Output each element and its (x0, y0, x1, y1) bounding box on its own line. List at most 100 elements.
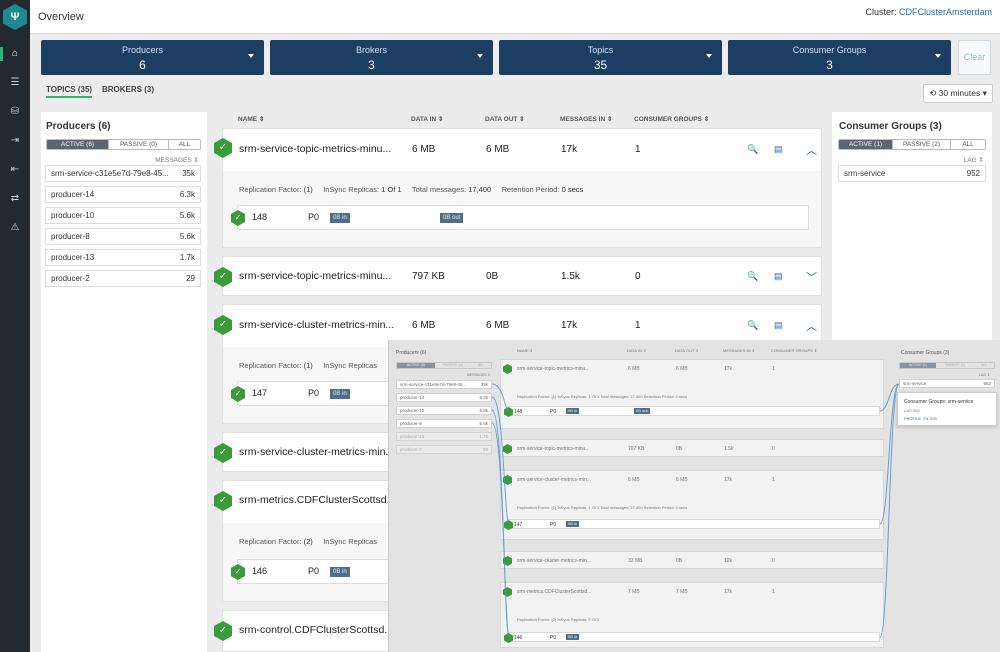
consumer-groups-column-header[interactable]: CONSUMER GROUPS ⇕ (634, 115, 709, 123)
producers-title: Producers (6) (46, 121, 111, 132)
profile-icon[interactable]: ▤ (774, 271, 783, 282)
time-range-value: 30 minutes (938, 88, 981, 98)
chevron-down-icon[interactable] (706, 54, 712, 58)
partition-number: P0 (308, 566, 320, 576)
messages-column-header[interactable]: MESSAGES ⇕ (155, 156, 199, 164)
list-item[interactable]: producer-2 29 (45, 270, 201, 287)
topic-name[interactable]: srm-service-cluster-metrics-min... (239, 446, 394, 458)
topic-name[interactable]: srm-service-topic-metrics-minu... (239, 143, 391, 155)
filter-passive[interactable]: PASSIVE (2) (893, 140, 951, 149)
card-label: Producers (121, 45, 164, 55)
card-value: 35 (593, 58, 608, 72)
data-in: 6 MB (412, 144, 436, 155)
link-line (491, 422, 510, 638)
replication-icon[interactable]: ⇄ (0, 188, 30, 210)
profile-icon[interactable]: ▤ (774, 320, 783, 331)
bytes-in-badge: 0B in (330, 213, 350, 223)
consumer-groups-title: Consumer Groups (3) (839, 121, 942, 132)
producers-filter: ACTIVE (6) PASSIVE (0) ALL (46, 139, 201, 150)
list-item[interactable]: producer-10 5.6k (45, 207, 201, 224)
sign-out-icon[interactable]: ⇥ (0, 130, 30, 152)
list-item[interactable]: producer-13 1.7k (45, 249, 201, 266)
partition-id: 147 (252, 388, 268, 398)
chevron-up-icon[interactable]: ︿ (806, 318, 817, 334)
messages-in-column-header[interactable]: MESSAGES IN ⇕ (560, 115, 612, 123)
search-icon[interactable]: 🔍 (747, 320, 758, 331)
check-icon: ✓ (214, 138, 232, 158)
consumer-groups-card[interactable]: Consumer Groups 3 (728, 40, 951, 75)
data-in: 6 MB (412, 320, 436, 331)
producers-panel: Producers (6) ACTIVE (6) PASSIVE (0) ALL… (41, 112, 207, 652)
data-in-column-header[interactable]: DATA IN ⇕ (411, 115, 443, 123)
check-icon: ✓ (214, 315, 232, 335)
data-out: 6 MB (486, 320, 510, 331)
sign-in-icon[interactable]: ⇤ (0, 159, 30, 181)
cluster-link[interactable]: CDFClusterAmsterdam (899, 7, 992, 17)
topic-name[interactable]: srm-service-topic-metrics-minu... (239, 270, 391, 282)
card-value: 3 (368, 58, 375, 72)
topics-card[interactable]: Topics 35 (499, 40, 722, 75)
producers-card[interactable]: Producers 6 (41, 40, 264, 75)
list-icon[interactable]: ☰ (0, 72, 30, 94)
brokers-card[interactable]: Brokers 3 (270, 40, 493, 75)
card-label: Consumer Groups (792, 45, 867, 55)
data-out-column-header[interactable]: DATA OUT ⇕ (485, 115, 525, 123)
list-item[interactable]: producer-14 6.3k (45, 186, 201, 203)
topic-name[interactable]: srm-metrics.CDFClusterScottsd... (239, 494, 395, 506)
topic-row[interactable]: ✓ srm-service-topic-metrics-minu... 6 MB… (214, 128, 822, 248)
check-icon: ✓ (214, 267, 232, 287)
filter-active[interactable]: ACTIVE (6) (47, 140, 109, 149)
check-icon: ✓ (231, 210, 245, 226)
partition-number: P0 (308, 388, 320, 398)
check-icon: ✓ (231, 386, 245, 402)
filter-all[interactable]: ALL (169, 140, 200, 149)
check-icon: ✓ (214, 491, 232, 511)
consumer-groups-count: 1 (635, 144, 641, 155)
lag-column-header[interactable]: LAG ⇕ (964, 156, 984, 164)
list-item[interactable]: srm-service 952 (838, 165, 986, 182)
chevron-down-icon[interactable]: ﹀ (806, 269, 817, 285)
partition-row[interactable]: ✓ 148 P0 0B in 0B out (231, 205, 809, 230)
search-icon[interactable]: 🔍 (747, 271, 758, 282)
search-icon[interactable]: 🔍 (747, 144, 758, 155)
profile-icon[interactable]: ▤ (774, 144, 783, 155)
topology-links (491, 383, 900, 638)
topic-details-text: Replication Factor: (1) InSync Replicas (239, 361, 377, 370)
list-item[interactable]: producer-8 5.6k (45, 228, 201, 245)
consumer-groups-count: 0 (635, 271, 641, 282)
list-item[interactable]: srm-service-c31e5e7d-79e8-45... 35k (45, 165, 201, 182)
filter-active[interactable]: ACTIVE (1) (839, 140, 893, 149)
check-icon: ✓ (231, 564, 245, 580)
filter-passive[interactable]: PASSIVE (0) (109, 140, 169, 149)
topic-row[interactable]: ✓ srm-service-topic-metrics-minu... 797 … (214, 256, 822, 296)
consumer-groups-count: 1 (635, 320, 641, 331)
tab-topics[interactable]: TOPICS (35) (46, 85, 93, 98)
data-out: 0B (486, 271, 499, 282)
check-icon: ✓ (214, 621, 232, 641)
topic-name[interactable]: srm-service-cluster-metrics-min... (239, 319, 394, 331)
tab-brokers[interactable]: BROKERS (3) (102, 85, 154, 94)
clear-button[interactable]: Clear (958, 40, 991, 75)
chevron-down-icon[interactable] (248, 54, 254, 58)
chevron-up-icon[interactable]: ︿ (806, 142, 817, 158)
messages-in: 1.5k (561, 271, 580, 282)
partition-id: 146 (252, 566, 268, 576)
data-out: 6 MB (486, 144, 510, 155)
database-icon[interactable]: ⛁ (0, 101, 30, 123)
messages-in: 17k (561, 144, 578, 155)
chevron-down-icon[interactable] (477, 54, 483, 58)
time-range-dropdown[interactable]: ⟲ 30 minutes ▾ (923, 84, 993, 103)
card-value: 3 (826, 58, 833, 72)
app-logo-icon[interactable]: Ψ (3, 4, 27, 30)
topic-name[interactable]: srm-control.CDFClusterScottsd... (239, 624, 393, 636)
alert-icon[interactable]: ⚠ (0, 217, 30, 239)
home-icon[interactable]: ⌂ (0, 43, 30, 65)
link-line (491, 383, 510, 412)
filter-all[interactable]: ALL (951, 140, 985, 149)
cluster-info: Cluster: CDFClusterAmsterdam (865, 7, 992, 17)
name-column-header[interactable]: NAME ⇕ (238, 115, 264, 123)
consumer-groups-filter: ACTIVE (1) PASSIVE (2) ALL (838, 139, 986, 150)
bytes-in-badge: 0B in (330, 389, 350, 399)
data-in: 797 KB (412, 271, 445, 282)
chevron-down-icon[interactable] (935, 54, 941, 58)
